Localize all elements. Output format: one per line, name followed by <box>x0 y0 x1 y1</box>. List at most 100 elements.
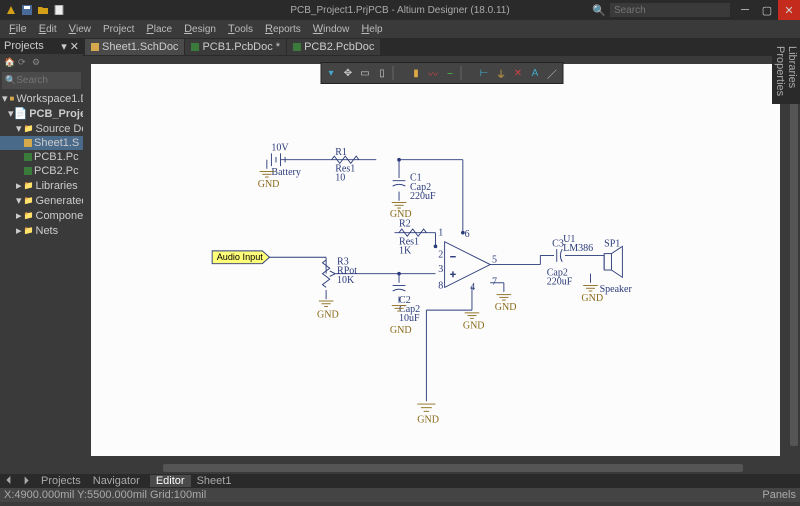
tool-part-icon[interactable]: ▯ <box>375 66 389 80</box>
svg-text:1: 1 <box>438 227 443 238</box>
svg-text:220uF: 220uF <box>410 191 436 202</box>
right-panel-tabs: Libraries Properties <box>772 38 800 104</box>
svg-text:10K: 10K <box>337 275 355 286</box>
svg-text:Speaker: Speaker <box>600 284 633 295</box>
tree-components[interactable]: ▸📁Componer <box>0 208 83 223</box>
main-area: Projects ▾ ✕ 🏠 ⟳ ⚙ 🔍 ▾■Workspace1.D ▾📄PC… <box>0 38 800 474</box>
tool-noerc-icon[interactable]: ✕ <box>511 66 525 80</box>
tree-project[interactable]: ▾📄PCB_Project <box>0 106 83 121</box>
panel-tool-gear-icon[interactable]: ⚙ <box>32 57 42 67</box>
menu-tools[interactable]: Tools <box>223 23 258 35</box>
bottom-nav-left-icon[interactable]: ⏴ <box>0 475 18 488</box>
menu-view[interactable]: View <box>64 23 96 35</box>
tool-text-icon[interactable]: A <box>528 66 542 80</box>
tree-pcb1[interactable]: PCB1.Pc <box>0 150 83 164</box>
titlebar: PCB_Project1.PrjPCB - Altium Designer (1… <box>0 0 800 20</box>
svg-text:GND: GND <box>495 302 517 313</box>
tool-net-icon[interactable]: ⎯ <box>443 66 457 80</box>
schematic-canvas[interactable]: 10V Battery R1 Res1 10 C1 Cap2 220uF R2 … <box>91 64 780 456</box>
bottom-tabs: ⏴ ⏵ Projects Navigator Editor Sheet1 <box>0 474 800 488</box>
window-controls: ─ ▢ ✕ <box>734 0 800 20</box>
menu-edit[interactable]: Edit <box>34 23 62 35</box>
projects-panel: Projects ▾ ✕ 🏠 ⟳ ⚙ 🔍 ▾■Workspace1.D ▾📄PC… <box>0 38 83 474</box>
projects-search-input[interactable] <box>16 75 78 86</box>
menu-window[interactable]: Window <box>308 23 355 35</box>
svg-text:GND: GND <box>417 414 439 425</box>
tab-pcb1[interactable]: PCB1.PcbDoc * <box>185 39 286 55</box>
svg-text:8: 8 <box>438 280 443 291</box>
tree-source[interactable]: ▾📁Source Do <box>0 121 83 136</box>
canvas-area: 10V Battery R1 Res1 10 C1 Cap2 220uF R2 … <box>83 56 800 474</box>
project-tree: ▾■Workspace1.D ▾📄PCB_Project ▾📁Source Do… <box>0 91 83 474</box>
tool-select-icon[interactable]: ▾ <box>324 66 338 80</box>
menu-place[interactable]: Place <box>141 23 177 35</box>
svg-text:2: 2 <box>438 249 443 260</box>
close-button[interactable]: ✕ <box>778 0 800 20</box>
bottom-tab-editor[interactable]: Editor <box>150 475 191 487</box>
vertical-scrollbar[interactable] <box>788 56 800 462</box>
right-tab-properties[interactable]: Properties <box>774 42 786 100</box>
new-icon[interactable] <box>52 3 66 17</box>
svg-text:3: 3 <box>438 264 443 275</box>
svg-text:4: 4 <box>470 282 475 293</box>
open-icon[interactable] <box>36 3 50 17</box>
horizontal-scrollbar[interactable] <box>83 462 788 474</box>
tab-pcb2[interactable]: PCB2.PcbDoc <box>287 39 380 55</box>
svg-text:Audio Input: Audio Input <box>217 252 264 262</box>
menu-design[interactable]: Design <box>179 23 221 35</box>
tree-pcb2[interactable]: PCB2.Pc <box>0 164 83 178</box>
svg-text:10uF: 10uF <box>399 313 420 324</box>
panel-tool-refresh-icon[interactable]: ⟳ <box>18 57 28 67</box>
bottom-tab-navigator[interactable]: Navigator <box>87 475 146 487</box>
tool-wire-icon[interactable]: ▮ <box>409 66 423 80</box>
window-title: PCB_Project1.PrjPCB - Altium Designer (1… <box>290 5 509 16</box>
bottom-tab-sheet1[interactable]: Sheet1 <box>191 475 238 487</box>
svg-text:GND: GND <box>317 309 339 320</box>
panel-tool-home-icon[interactable]: 🏠 <box>4 57 14 67</box>
bottom-nav-right-icon[interactable]: ⏵ <box>18 475 36 488</box>
menubar: File Edit View Project Place Design Tool… <box>0 20 800 38</box>
titlebar-icons <box>0 3 66 17</box>
app-icon <box>4 3 18 17</box>
svg-text:GND: GND <box>258 179 280 190</box>
svg-text:+: + <box>450 270 456 281</box>
global-search: 🔍 <box>592 3 730 17</box>
svg-text:LM386: LM386 <box>563 243 593 254</box>
svg-text:−: − <box>450 252 456 263</box>
search-icon: 🔍 <box>5 75 16 86</box>
menu-reports[interactable]: Reports <box>260 23 306 35</box>
tool-place-icon[interactable]: ▭ <box>358 66 372 80</box>
tool-port-icon[interactable]: ⊢ <box>477 66 491 80</box>
global-search-input[interactable] <box>610 3 730 17</box>
tree-workspace[interactable]: ▾■Workspace1.D <box>0 91 83 106</box>
tool-bus-icon[interactable]: 〰 <box>426 66 440 80</box>
svg-text:10V: 10V <box>271 143 289 154</box>
projects-panel-header: Projects ▾ ✕ <box>0 38 83 54</box>
menu-project[interactable]: Project <box>98 23 139 35</box>
maximize-button[interactable]: ▢ <box>756 0 778 20</box>
svg-text:Battery: Battery <box>271 167 300 178</box>
svg-text:R1: R1 <box>335 147 347 158</box>
tab-sheet1[interactable]: Sheet1.SchDoc <box>85 39 184 55</box>
svg-text:C3: C3 <box>552 238 564 249</box>
tool-move-icon[interactable]: ✥ <box>341 66 355 80</box>
search-icon: 🔍 <box>592 4 606 17</box>
panel-menu-icon[interactable]: ▾ ✕ <box>61 40 79 53</box>
tool-line-icon[interactable]: ／ <box>545 66 559 80</box>
tree-nets[interactable]: ▸📁Nets <box>0 223 83 238</box>
menu-file[interactable]: File <box>4 23 32 35</box>
tree-generated[interactable]: ▾📁Generated <box>0 193 83 208</box>
right-tab-libraries[interactable]: Libraries <box>786 42 798 100</box>
minimize-button[interactable]: ─ <box>734 0 756 20</box>
svg-text:220uF: 220uF <box>547 277 573 288</box>
svg-text:5: 5 <box>492 255 497 266</box>
status-panels[interactable]: Panels <box>762 489 796 501</box>
projects-search: 🔍 <box>2 72 81 89</box>
save-icon[interactable] <box>20 3 34 17</box>
menu-help[interactable]: Help <box>356 23 387 35</box>
statusbar: X:4900.000mil Y:5500.000mil Grid:100mil … <box>0 488 800 502</box>
bottom-tab-projects[interactable]: Projects <box>35 475 87 487</box>
tool-power-icon[interactable]: ⏚ <box>494 66 508 80</box>
tree-sheet1[interactable]: Sheet1.S <box>0 136 83 150</box>
tree-libraries[interactable]: ▸📁Libraries <box>0 178 83 193</box>
